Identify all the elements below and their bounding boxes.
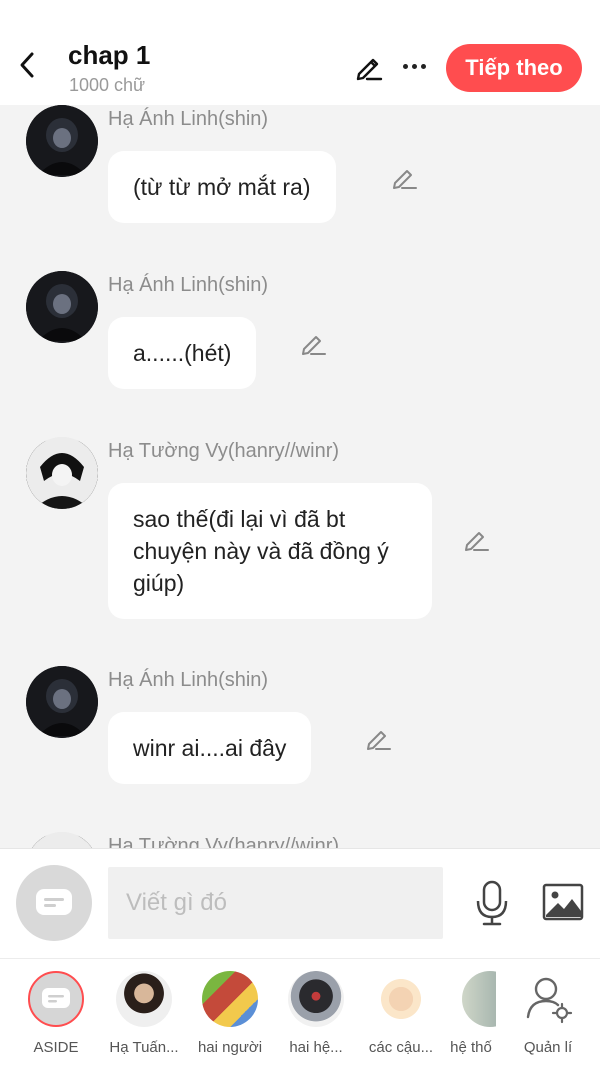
pencil-icon[interactable] xyxy=(364,724,392,752)
nav-item-character[interactable]: hai người xyxy=(190,969,270,1059)
author-name: Hạ Ánh Linh(shin) xyxy=(108,669,269,691)
nav-item-character[interactable]: hệ thố xyxy=(446,969,496,1059)
back-button[interactable] xyxy=(14,50,40,80)
pencil-icon xyxy=(356,58,383,81)
avatar[interactable] xyxy=(26,271,98,343)
nav-label: Quản lí xyxy=(523,1039,573,1056)
author-name: Hạ Ánh Linh(shin) xyxy=(108,274,269,296)
avatar[interactable] xyxy=(26,437,98,509)
manage-icon-wrap xyxy=(520,971,576,1027)
message-input[interactable] xyxy=(108,867,443,939)
avatar[interactable] xyxy=(26,832,98,848)
message-bubble[interactable]: sao thế(đi lại vì đã bt chuyện này và đã… xyxy=(108,483,432,619)
more-dot-icon xyxy=(411,63,417,69)
chapter-title: chap 1 xyxy=(68,40,151,70)
avatar[interactable] xyxy=(26,105,98,177)
avatar xyxy=(288,971,344,1027)
chat-bubble-icon xyxy=(36,889,72,915)
message-bubble[interactable]: a......(hét) xyxy=(108,317,257,389)
pencil-icon[interactable] xyxy=(299,329,327,357)
chat-bubble-icon xyxy=(42,988,70,1008)
nav-label: Hạ Tuấn... xyxy=(109,1039,179,1056)
nav-label: hệ thố xyxy=(450,1039,492,1056)
nav-item-character[interactable]: các cậu... xyxy=(361,969,441,1059)
author-name: Hạ Ánh Linh(shin) xyxy=(108,108,269,130)
nav-label: ASIDE xyxy=(33,1039,79,1056)
chevron-left-icon xyxy=(20,52,34,78)
image-icon[interactable] xyxy=(542,883,584,921)
avatar[interactable] xyxy=(26,666,98,738)
nav-item-character[interactable]: hai hệ... xyxy=(276,969,356,1059)
word-count: 1000 chữ xyxy=(69,75,146,95)
message-bubble[interactable]: winr ai....ai đây xyxy=(108,712,312,784)
nav-item-character[interactable]: Hạ Tuấn... xyxy=(104,969,184,1059)
author-name: Hạ Tường Vy(hanry//winr) xyxy=(108,835,340,848)
more-dot-icon xyxy=(420,63,426,69)
top-bar: chap 1 1000 chữ Tiếp theo xyxy=(0,0,600,105)
message-bubble[interactable]: (từ từ mở mắt ra) xyxy=(108,151,336,223)
more-dot-icon xyxy=(402,63,408,69)
manage-button[interactable]: Quản lí xyxy=(508,969,588,1059)
aside-avatar xyxy=(28,971,84,1027)
nav-label: các cậu... xyxy=(368,1039,434,1056)
nav-item-aside[interactable]: ASIDE xyxy=(16,969,96,1059)
avatar xyxy=(462,971,496,1027)
avatar xyxy=(202,971,258,1027)
character-bar: ASIDE Hạ Tuấn... hai người hai hệ... các… xyxy=(0,958,600,1067)
microphone-icon[interactable] xyxy=(472,879,512,927)
more-options-button[interactable] xyxy=(400,52,428,80)
avatar xyxy=(373,971,429,1027)
author-name: Hạ Tường Vy(hanry//winr) xyxy=(108,440,340,462)
avatar xyxy=(116,971,172,1027)
compose-bar xyxy=(0,848,600,958)
nav-label: hai hệ... xyxy=(289,1039,343,1056)
next-button[interactable]: Tiếp theo xyxy=(446,44,582,92)
pencil-icon[interactable] xyxy=(462,525,490,553)
pencil-icon[interactable] xyxy=(390,163,418,191)
message-item: Hạ Tường Vy(hanry//winr) xyxy=(0,832,600,848)
edit-chapter-button[interactable] xyxy=(354,52,384,82)
user-settings-icon xyxy=(526,977,573,1024)
nav-label: hai người xyxy=(197,1039,263,1056)
aside-button[interactable] xyxy=(16,865,92,941)
